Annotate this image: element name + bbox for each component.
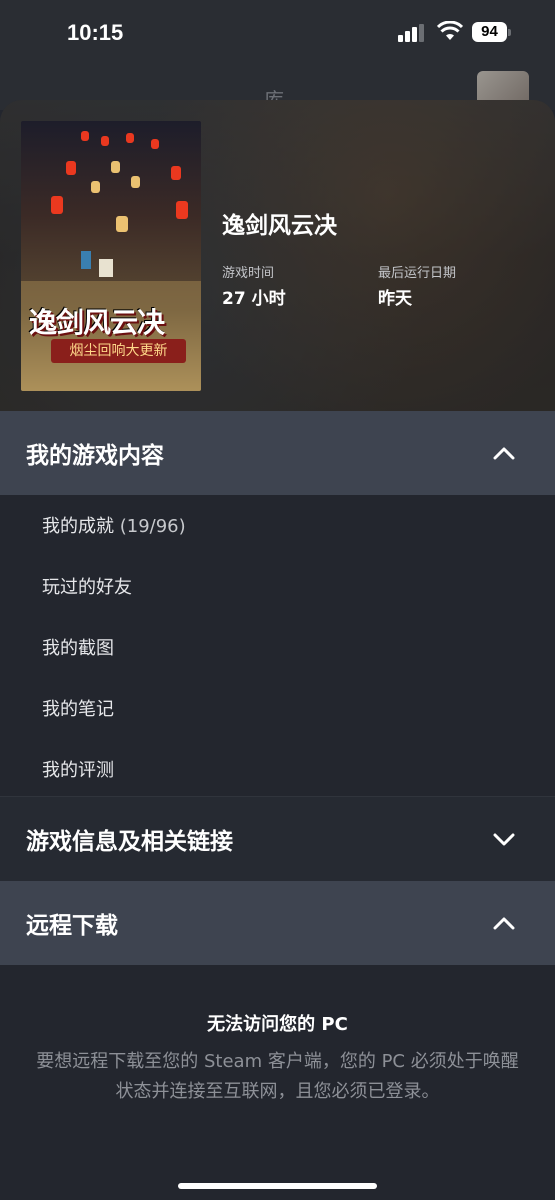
game-title: 逸剑风云决	[222, 213, 337, 239]
menu-item-notes[interactable]: 我的笔记	[42, 695, 114, 721]
game-detail-sheet: 逸剑风云决 烟尘回响大更新 逸剑风云决 游戏时间 27 小时 最后运行日期 昨天…	[0, 100, 555, 1200]
status-bar: 10:15 94 库	[0, 0, 555, 112]
cover-title: 逸剑风云决	[29, 306, 165, 339]
section-remote-download-header[interactable]: 远程下载	[0, 881, 555, 965]
last-run-value: 昨天	[378, 289, 412, 309]
section-game-info-header[interactable]: 游戏信息及相关链接	[0, 797, 555, 881]
home-indicator[interactable]	[178, 1183, 377, 1189]
section-title: 游戏信息及相关链接	[26, 829, 233, 855]
battery-icon: 94	[472, 22, 511, 42]
menu-item-screenshots[interactable]: 我的截图	[42, 634, 114, 660]
remote-error-message: 要想远程下载至您的 Steam 客户端，您的 PC 必须处于唤醒状态并连接至互联…	[36, 1051, 519, 1102]
battery-level: 94	[472, 22, 507, 42]
achievement-count: (19/96)	[119, 516, 186, 537]
section-title: 我的游戏内容	[26, 443, 164, 469]
chevron-down-icon	[493, 833, 515, 846]
section-title: 远程下载	[26, 913, 118, 939]
menu-item-friends-played[interactable]: 玩过的好友	[42, 573, 132, 599]
wifi-icon	[437, 21, 463, 40]
menu-item-achievements[interactable]: 我的成就 (19/96)	[42, 512, 186, 538]
cellular-signal-icon	[398, 24, 424, 42]
remote-error-title: 无法访问您的 PC	[207, 1014, 348, 1035]
game-cover-art: 逸剑风云决 烟尘回响大更新	[21, 121, 201, 391]
menu-item-reviews[interactable]: 我的评测	[42, 756, 114, 782]
cover-banner: 烟尘回响大更新	[51, 339, 186, 363]
last-run-label: 最后运行日期	[378, 266, 457, 281]
section-my-content-header[interactable]: 我的游戏内容	[0, 411, 555, 495]
playtime-value: 27 小时	[222, 289, 286, 309]
chevron-up-icon	[493, 917, 515, 930]
clock: 10:15	[67, 20, 124, 45]
chevron-up-icon	[493, 447, 515, 460]
playtime-label: 游戏时间	[222, 266, 275, 281]
